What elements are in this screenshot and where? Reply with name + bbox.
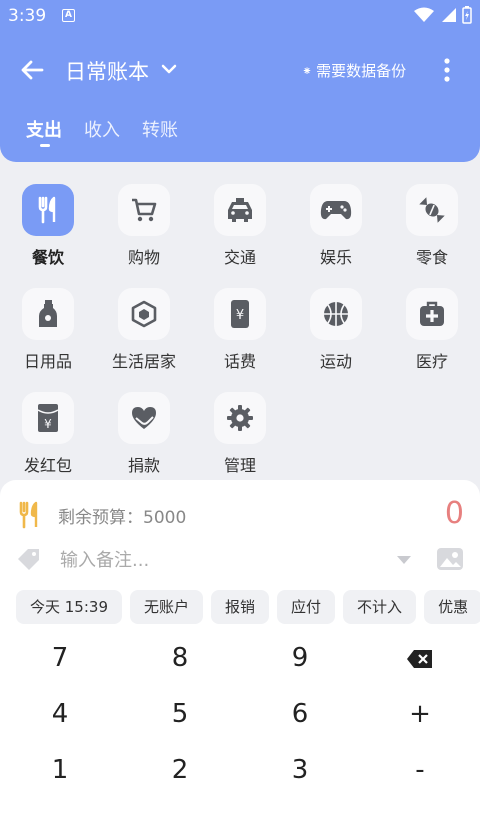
key-8[interactable]: 8 <box>120 630 240 686</box>
chip-payable[interactable]: 应付 <box>277 590 336 624</box>
category-item-red-packet[interactable]: ¥ 发红包 <box>0 388 96 484</box>
category-item-donation[interactable]: 捐款 <box>96 388 192 484</box>
medkit-icon <box>420 301 444 326</box>
key-9[interactable]: 9 <box>240 630 360 686</box>
budget-row: 剩余预算：5000 <box>16 500 186 530</box>
caret-down-icon[interactable] <box>396 554 412 566</box>
heart-hand-icon <box>132 407 156 429</box>
battery-icon <box>462 6 472 24</box>
category-label: 娱乐 <box>319 248 352 267</box>
svg-text:¥: ¥ <box>236 308 244 323</box>
category-item-entertainment[interactable]: 娱乐 <box>288 180 384 276</box>
fork-knife-icon <box>38 196 56 224</box>
chip-reimburse[interactable]: 报销 <box>211 590 270 624</box>
status-icons <box>414 6 472 24</box>
chip-exclude[interactable]: 不计入 <box>343 590 417 624</box>
back-arrow-icon[interactable] <box>18 56 46 84</box>
category-label: 零食 <box>415 248 448 267</box>
bottle-icon <box>39 300 57 327</box>
category-label: 医疗 <box>415 352 448 371</box>
category-label: 运动 <box>319 352 352 371</box>
gear-icon <box>227 405 253 431</box>
cart-icon <box>132 198 157 222</box>
type-tabs: 支出 收入 转账 <box>26 116 178 147</box>
basketball-icon <box>324 302 348 326</box>
candy-icon <box>419 197 445 223</box>
tag-icon <box>18 549 39 570</box>
red-packet-icon: ¥ <box>37 404 59 432</box>
svg-text:¥: ¥ <box>44 417 52 431</box>
category-item-shopping[interactable]: 购物 <box>96 180 192 276</box>
backup-mark: ⁕ <box>302 63 313 78</box>
category-label: 管理 <box>223 456 256 475</box>
category-label: 生活居家 <box>111 352 176 371</box>
key-5[interactable]: 5 <box>120 686 240 742</box>
category-item-sports[interactable]: 运动 <box>288 284 384 380</box>
note-row <box>16 544 464 576</box>
category-label: 捐款 <box>127 456 160 475</box>
category-item-transport[interactable]: 交通 <box>192 180 288 276</box>
fork-knife-icon <box>19 501 38 529</box>
key-7[interactable]: 7 <box>0 630 120 686</box>
key-2[interactable]: 2 <box>120 742 240 798</box>
category-item-snacks[interactable]: 零食 <box>384 180 480 276</box>
category-label: 话费 <box>223 352 256 371</box>
status-bar: 3:39 A <box>0 0 480 32</box>
key-plus[interactable]: + <box>360 686 480 742</box>
category-item-dining[interactable]: 餐饮 <box>0 180 96 276</box>
category-label: 餐饮 <box>31 248 64 267</box>
category-item-phone-bill[interactable]: ¥ 话费 <box>192 284 288 380</box>
key-1[interactable]: 1 <box>0 742 120 798</box>
category-item-manage[interactable]: 管理 <box>192 388 288 484</box>
backspace-icon <box>407 649 432 668</box>
entry-panel: 剩余预算：5000 0 今天 15:39无账户报销应付不计入优惠 7 8 9 4… <box>0 480 480 813</box>
a-notification-icon: A <box>62 9 75 22</box>
category-item-daily-goods[interactable]: 日用品 <box>0 284 96 380</box>
wifi-icon <box>414 7 434 22</box>
category-label: 日用品 <box>23 352 72 371</box>
tab-expense[interactable]: 支出 <box>26 116 62 147</box>
backup-text: 需要数据备份 <box>316 62 407 80</box>
key-3[interactable]: 3 <box>240 742 360 798</box>
key-4[interactable]: 4 <box>0 686 120 742</box>
category-label: 交通 <box>223 248 256 267</box>
phone-yuan-icon: ¥ <box>231 300 249 328</box>
note-input[interactable] <box>60 544 380 576</box>
key-minus[interactable]: - <box>360 742 480 798</box>
chip-discount[interactable]: 优惠 <box>424 590 480 624</box>
chevron-down-icon[interactable] <box>158 58 180 80</box>
key-6[interactable]: 6 <box>240 686 360 742</box>
option-chips: 今天 15:39 无账户 报销 应付 不计入 优惠 <box>16 590 480 624</box>
backup-reminder[interactable]: ⁕ 需要数据备份 <box>302 60 406 81</box>
more-vert-icon[interactable] <box>436 56 458 84</box>
cube-icon <box>131 300 157 328</box>
app-header: 3:39 A 日常账本 ⁕ 需要数据备份 支出 收入 转账 <box>0 0 480 162</box>
tab-transfer[interactable]: 转账 <box>142 116 178 142</box>
taxi-icon <box>228 198 252 222</box>
gamepad-icon <box>320 201 352 220</box>
category-label: 购物 <box>127 248 160 267</box>
chip-account[interactable]: 无账户 <box>130 590 204 624</box>
category-item-medical[interactable]: 医疗 <box>384 284 480 380</box>
status-time: 3:39 <box>8 6 47 26</box>
tab-income[interactable]: 收入 <box>84 116 120 142</box>
key-backspace[interactable] <box>360 630 480 686</box>
ledger-title[interactable]: 日常账本 <box>65 56 149 86</box>
image-icon[interactable] <box>436 546 464 572</box>
budget-remaining: 剩余预算：5000 <box>58 507 187 528</box>
category-label: 发红包 <box>23 456 72 475</box>
signal-icon <box>442 8 456 22</box>
category-item-home-living[interactable]: 生活居家 <box>96 284 192 380</box>
amount-display: 0 <box>444 496 464 531</box>
chip-datetime[interactable]: 今天 15:39 <box>16 590 122 624</box>
top-bar: 日常账本 ⁕ 需要数据备份 <box>0 48 480 92</box>
